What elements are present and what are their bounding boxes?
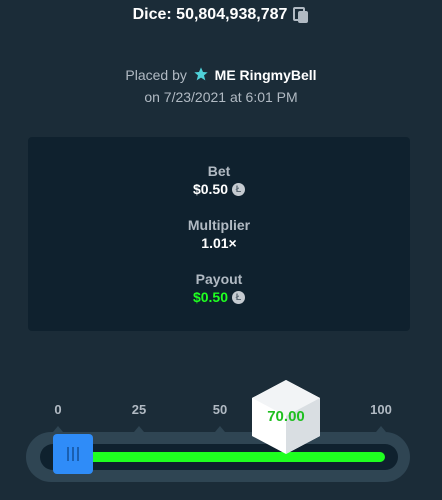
- copy-icon[interactable]: [293, 7, 309, 23]
- multiplier-label: Multiplier: [187, 217, 251, 233]
- tick-label: 0: [54, 402, 62, 417]
- tick-label: 25: [131, 402, 147, 417]
- slider-win-range: [88, 452, 385, 462]
- dice-result-value: 70.00: [267, 408, 305, 425]
- bet-title-text: Dice: 50,804,938,787: [132, 6, 288, 23]
- litecoin-icon: Ł: [232, 182, 246, 196]
- bet-title: Dice: 50,804,938,787: [0, 6, 442, 24]
- bet-value: $0.50: [192, 181, 229, 197]
- slider-handle[interactable]: [53, 434, 93, 474]
- username-link[interactable]: ME RingmyBell: [215, 67, 317, 83]
- payout-stat: Payout $0.50 Ł: [28, 271, 410, 305]
- bet-details-card: Bet $0.50 Ł Multiplier 1.01× Payout $0.5…: [28, 137, 410, 331]
- bet-label: Bet: [207, 163, 231, 179]
- litecoin-icon: Ł: [232, 290, 246, 304]
- tick-label: 100: [370, 402, 392, 417]
- slider-ticks: 0 25 50 75 100: [0, 402, 442, 422]
- payout-value: $0.50: [192, 289, 229, 305]
- tick-label: 50: [212, 402, 228, 417]
- placed-by-info: Placed by ME RingmyBell on 7/23/2021 at …: [0, 64, 442, 108]
- multiplier-stat: Multiplier 1.01×: [28, 217, 410, 251]
- multiplier-value: 1.01×: [201, 235, 237, 251]
- placed-date: on 7/23/2021 at 6:01 PM: [144, 89, 298, 105]
- payout-label: Payout: [195, 271, 243, 287]
- vip-star-icon: [194, 67, 208, 81]
- bet-stat: Bet $0.50 Ł: [28, 163, 410, 197]
- placed-by-label: Placed by: [125, 67, 187, 83]
